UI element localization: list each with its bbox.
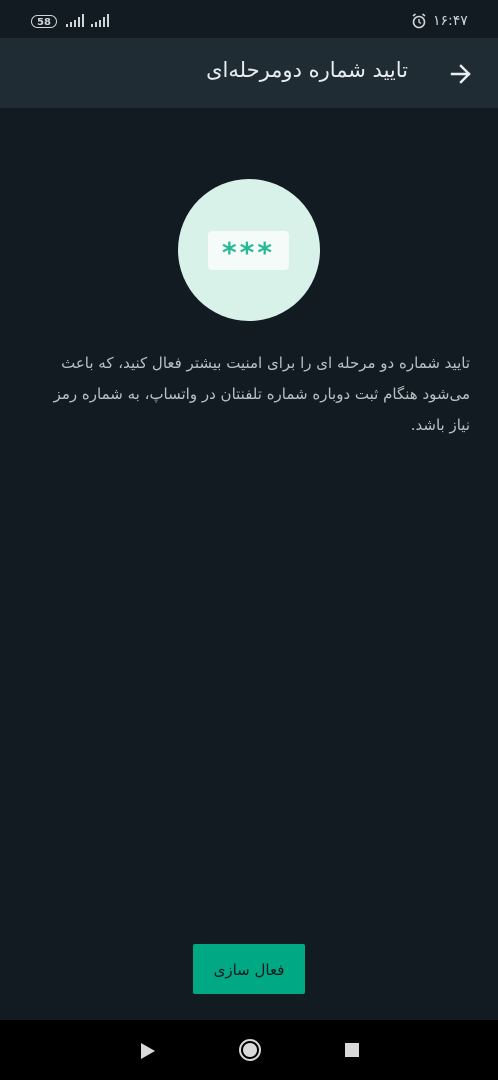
battery-icon: 58 bbox=[31, 15, 57, 28]
battery-level: 58 bbox=[37, 17, 51, 28]
app-bar: تایید شماره دومرحله‌ای bbox=[0, 38, 498, 108]
signal-icon bbox=[66, 14, 84, 27]
recent-apps-square-icon[interactable] bbox=[345, 1043, 359, 1057]
arrow-right-icon bbox=[450, 64, 471, 84]
description-text: تایید شماره دو مرحله ای را برای امنیت بی… bbox=[53, 354, 470, 434]
activate-button[interactable]: فعال سازی bbox=[193, 944, 305, 994]
back-triangle-icon[interactable] bbox=[140, 1042, 156, 1060]
navigation-bar bbox=[0, 1020, 498, 1080]
home-circle-icon[interactable] bbox=[238, 1038, 262, 1062]
signal-icon bbox=[91, 14, 109, 27]
two-step-illustration: *** bbox=[178, 179, 320, 321]
back-button[interactable] bbox=[444, 57, 478, 91]
clock: ۱۶:۴۷ bbox=[433, 13, 468, 29]
page-title: تایید شماره دومرحله‌ای bbox=[206, 58, 408, 82]
alarm-icon bbox=[412, 13, 426, 29]
pin-mask: *** bbox=[222, 236, 275, 269]
status-bar: 58 ۱۶:۴۷ bbox=[0, 0, 498, 38]
pin-card: *** bbox=[208, 231, 289, 270]
